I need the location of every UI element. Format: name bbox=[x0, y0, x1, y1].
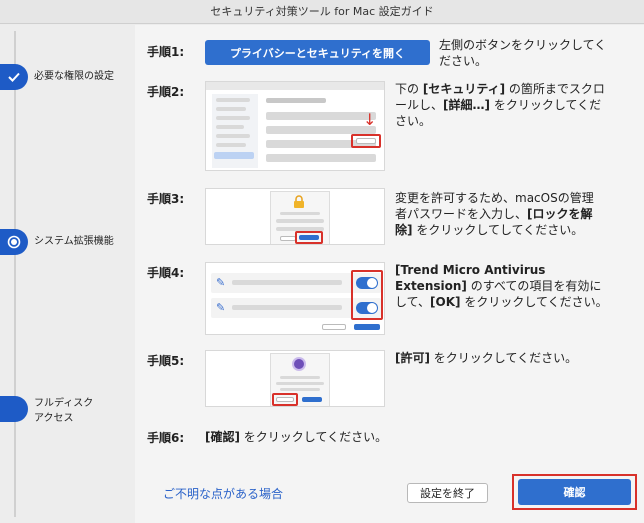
step-4-number: 手順4: bbox=[147, 266, 185, 280]
step-6-description: [確認] をクリックしてください。 bbox=[205, 430, 388, 444]
end-setup-button[interactable]: 設定を終了 bbox=[407, 483, 488, 503]
step-1-number: 手順1: bbox=[147, 45, 185, 59]
confirm-highlight: 確認 bbox=[512, 474, 637, 510]
step-4-description: [Trend Micro Antivirus Extension] のすべての項… bbox=[395, 263, 608, 309]
step-1-description: 左側のボタンをクリックしてく ださい。 bbox=[439, 38, 607, 68]
shield-icon bbox=[292, 357, 306, 371]
sidebar-step-label: 必要な権限の設定 bbox=[34, 71, 114, 82]
step-3-number: 手順3: bbox=[147, 192, 185, 206]
sidebar-step-system-extension: システム拡張機能 bbox=[0, 229, 135, 255]
progress-line bbox=[14, 31, 16, 517]
help-link[interactable]: ご不明な点がある場合 bbox=[163, 485, 283, 502]
pending-step-icon bbox=[0, 396, 28, 422]
sidebar-step-permissions: 必要な権限の設定 bbox=[0, 64, 135, 90]
step-5-description: [許可] をクリックしてください。 bbox=[395, 351, 578, 365]
toggle-on-icon bbox=[356, 277, 378, 289]
step-2-screenshot: ↓ bbox=[205, 81, 385, 171]
step-2-description: 下の [セキュリティ] の箇所までスクロ ールし、[詳細…] をクリックしてくだ… bbox=[395, 82, 605, 128]
checkmark-icon bbox=[0, 64, 28, 90]
puzzle-icon: ✎ bbox=[216, 276, 226, 289]
current-step-icon bbox=[0, 229, 28, 255]
step-6-number: 手順6: bbox=[147, 431, 185, 445]
step-5-screenshot bbox=[205, 350, 385, 407]
sidebar-step-label: システム拡張機能 bbox=[34, 236, 114, 247]
arrow-down-icon: ↓ bbox=[363, 110, 377, 129]
sidebar-step-full-disk: フルディスク アクセス bbox=[0, 396, 135, 430]
progress-sidebar: 必要な権限の設定 システム拡張機能 フルディスク アクセス bbox=[0, 25, 135, 523]
step-5-number: 手順5: bbox=[147, 354, 185, 368]
toggle-on-icon bbox=[356, 302, 378, 314]
confirm-button[interactable]: 確認 bbox=[518, 479, 631, 505]
lock-icon bbox=[292, 195, 306, 208]
step-4-screenshot: ✎ ✎ bbox=[205, 262, 385, 335]
window-title: セキュリティ対策ツール for Mac 設定ガイド bbox=[0, 0, 644, 24]
step-2-number: 手順2: bbox=[147, 85, 185, 99]
step-3-screenshot bbox=[205, 188, 385, 245]
step-3-description: 変更を許可するため、macOSの管理 者パスワードを入力し、[ロックを解 除] … bbox=[395, 191, 594, 237]
open-privacy-security-button[interactable]: プライバシーとセキュリティを開く bbox=[205, 40, 430, 65]
sidebar-step-label: フルディスク アクセス bbox=[34, 398, 94, 424]
puzzle-icon: ✎ bbox=[216, 301, 226, 314]
guide-content: 手順1: プライバシーとセキュリティを開く 左側のボタンをクリックしてく ださい。… bbox=[135, 25, 644, 523]
